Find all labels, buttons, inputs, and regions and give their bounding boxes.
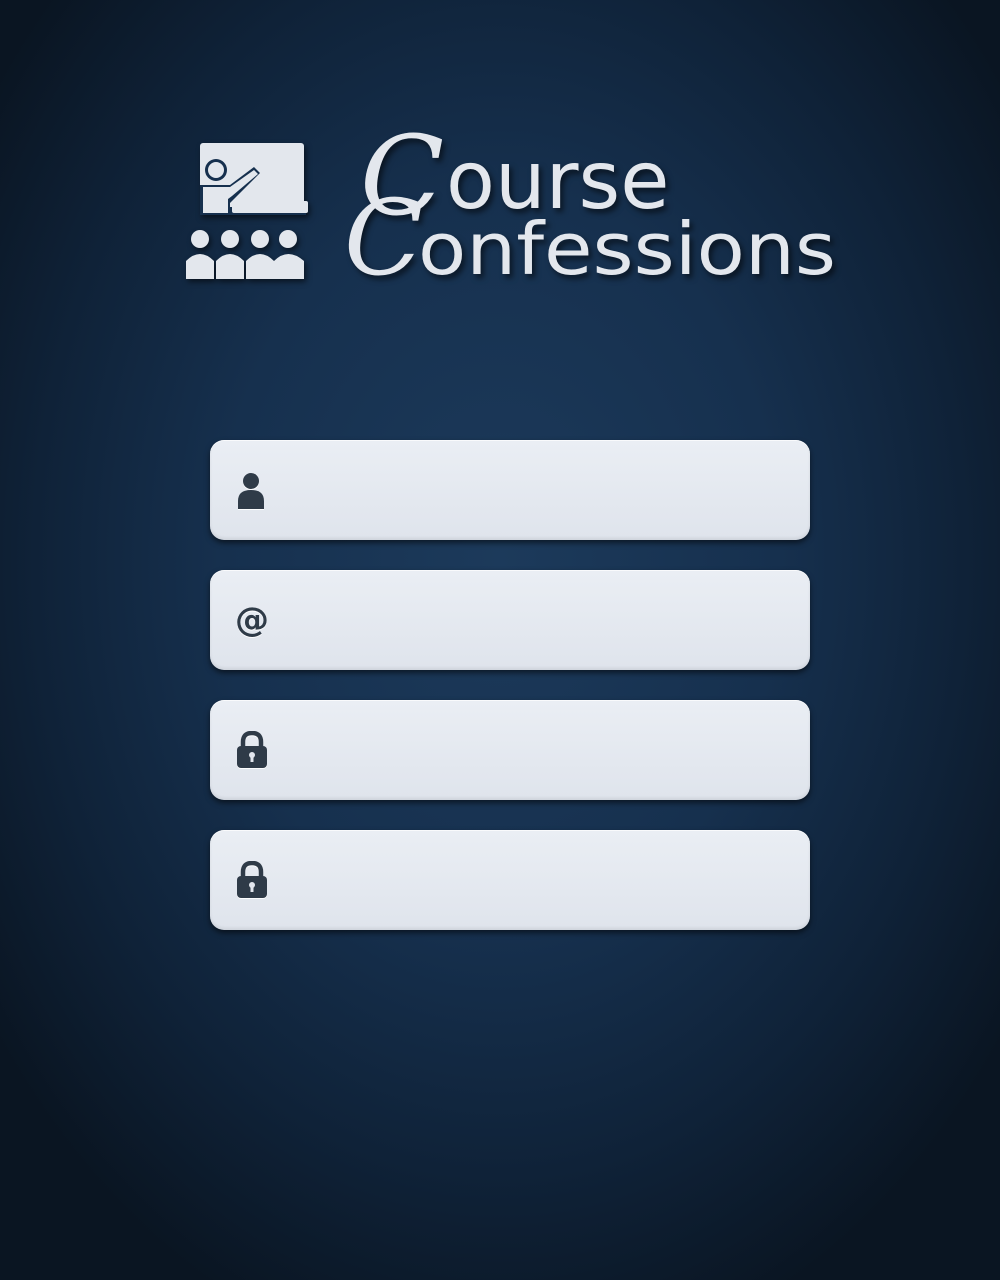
username-input[interactable] bbox=[290, 440, 790, 540]
password-input[interactable] bbox=[290, 700, 790, 800]
lock-icon bbox=[234, 730, 270, 770]
at-sign-glyph: @ bbox=[235, 600, 269, 640]
email-input[interactable] bbox=[290, 570, 790, 670]
logo-line2-text: onfessions bbox=[418, 207, 836, 291]
app-logo: C ourse C onfessions bbox=[0, 0, 1000, 320]
signup-form: @ bbox=[210, 440, 810, 960]
username-field[interactable] bbox=[210, 440, 810, 540]
confirm-password-input[interactable] bbox=[290, 830, 790, 930]
logo-line2-cap: C bbox=[344, 177, 424, 299]
email-field[interactable]: @ bbox=[210, 570, 810, 670]
password-field[interactable] bbox=[210, 700, 810, 800]
confirm-password-field[interactable] bbox=[210, 830, 810, 930]
lock-icon bbox=[234, 860, 270, 900]
app-title: C ourse C onfessions bbox=[344, 112, 836, 299]
user-icon bbox=[234, 470, 270, 510]
at-sign-icon: @ bbox=[234, 600, 270, 640]
